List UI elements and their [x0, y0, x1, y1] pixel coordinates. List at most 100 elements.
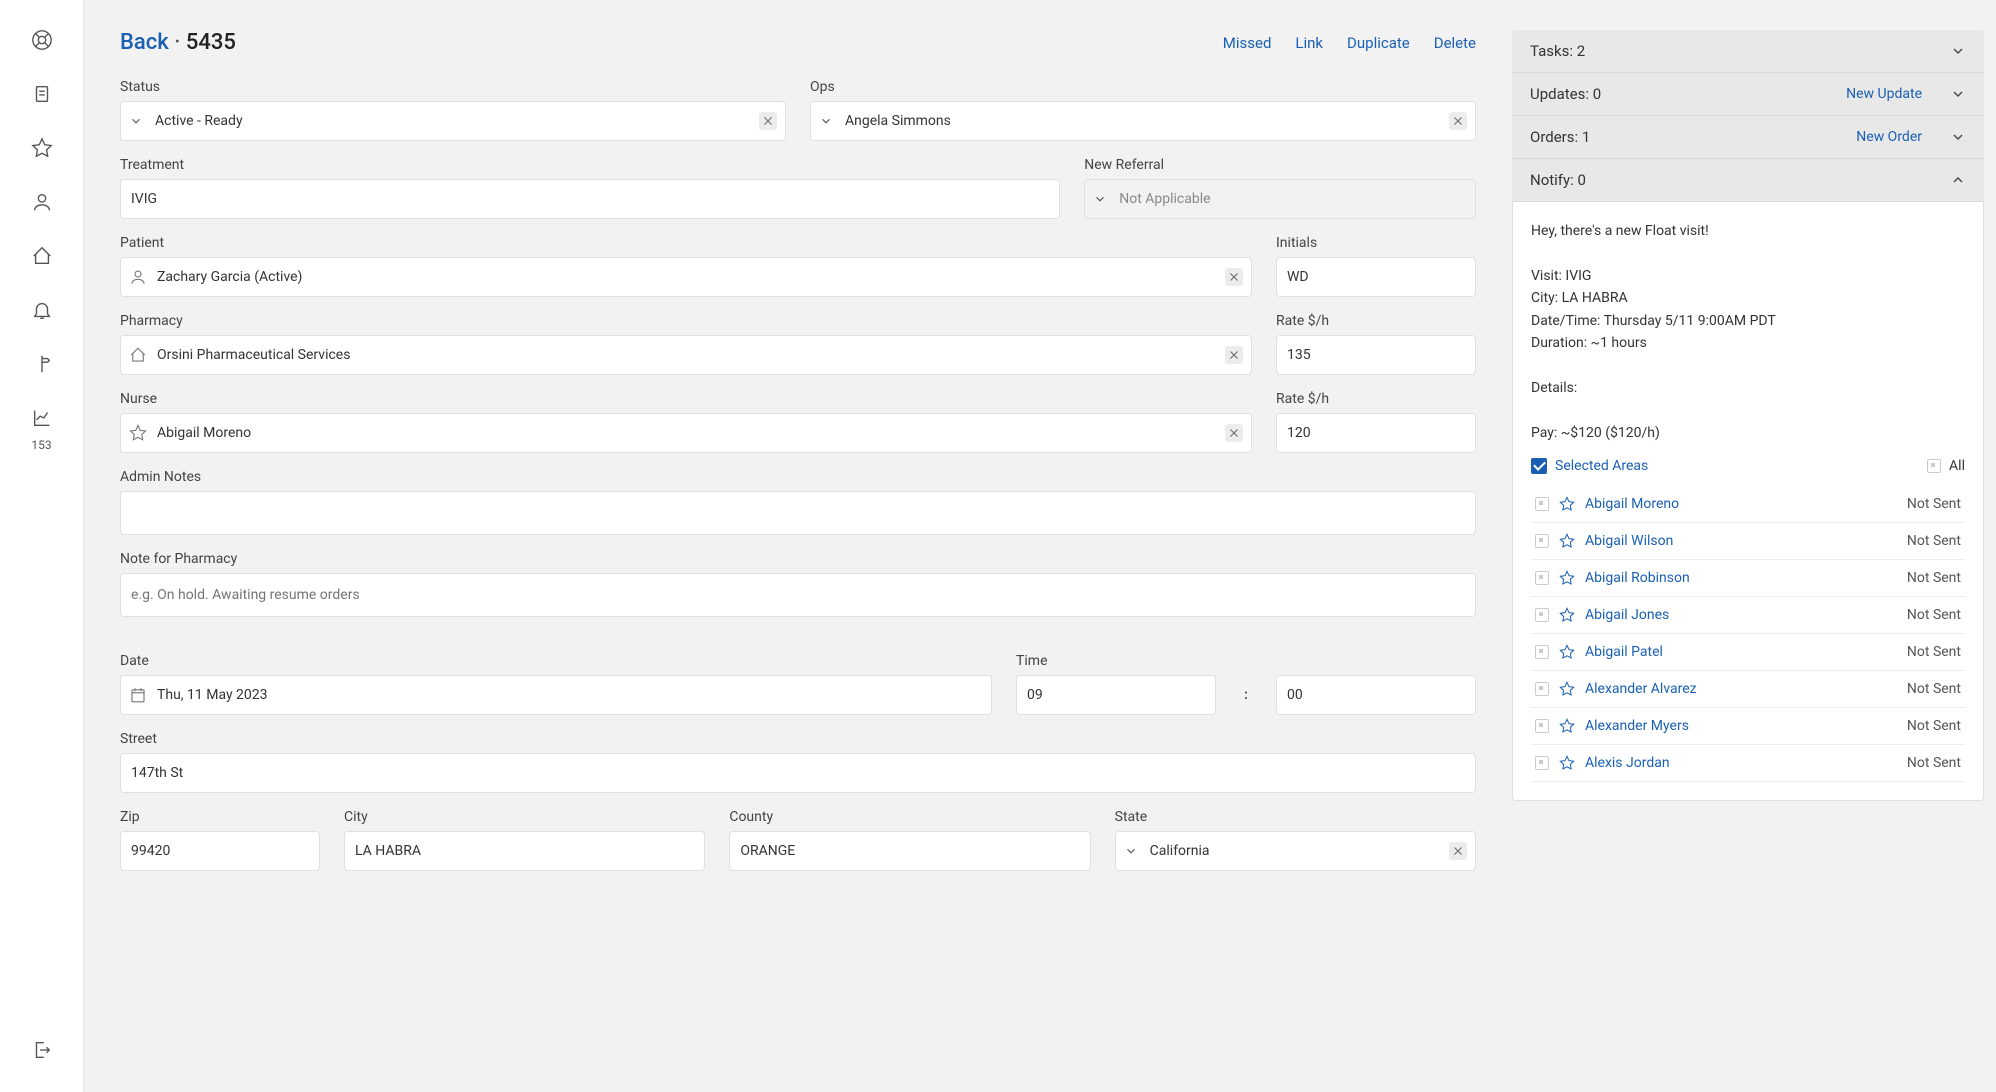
- initials-label: Initials: [1276, 235, 1476, 251]
- checkbox-icon[interactable]: [1535, 571, 1549, 585]
- nurse-status: Not Sent: [1907, 607, 1961, 623]
- clipboard-icon[interactable]: [30, 82, 54, 106]
- nurse-list-item[interactable]: Abigail Jones Not Sent: [1531, 597, 1965, 634]
- treatment-label: Treatment: [120, 157, 1060, 173]
- nurse-list-item[interactable]: Abigail Wilson Not Sent: [1531, 523, 1965, 560]
- filter-all[interactable]: All: [1927, 458, 1965, 474]
- new-update-link[interactable]: New Update: [1846, 86, 1922, 102]
- star-icon: [1559, 607, 1575, 623]
- nurse-status: Not Sent: [1907, 644, 1961, 660]
- orders-section[interactable]: Orders: 1 New Order: [1512, 116, 1984, 159]
- star-icon: [1559, 496, 1575, 512]
- sidebar: 153: [0, 0, 84, 1092]
- state-select[interactable]: California: [1115, 831, 1476, 871]
- time-label: Time: [1016, 653, 1216, 669]
- note-pharmacy-input[interactable]: [120, 573, 1476, 617]
- patient-label: Patient: [120, 235, 1252, 251]
- admin-notes-label: Admin Notes: [120, 469, 1476, 485]
- nurse-input[interactable]: Abigail Moreno: [120, 413, 1252, 453]
- nurse-list-item[interactable]: Alexis JordanNot Sent: [1531, 745, 1965, 782]
- checkbox-checked-icon[interactable]: [1531, 458, 1547, 474]
- nurse-rate-input[interactable]: [1276, 413, 1476, 453]
- nurse-name[interactable]: Alexis Jordan: [1585, 755, 1670, 771]
- pharmacy-rate-input[interactable]: [1276, 335, 1476, 375]
- nurse-name[interactable]: Abigail Moreno: [1585, 496, 1679, 512]
- lifebuoy-icon[interactable]: [30, 28, 54, 52]
- clear-patient-icon[interactable]: [1225, 268, 1243, 286]
- initials-input[interactable]: [1276, 257, 1476, 297]
- logout-icon[interactable]: [30, 1038, 54, 1062]
- nurse-name[interactable]: Abigail Wilson: [1585, 533, 1673, 549]
- city-input[interactable]: [344, 831, 705, 871]
- bell-icon[interactable]: [30, 298, 54, 322]
- nurse-name[interactable]: Abigail Patel: [1585, 644, 1663, 660]
- new-referral-select[interactable]: Not Applicable: [1084, 179, 1476, 219]
- duplicate-link[interactable]: Duplicate: [1347, 34, 1410, 52]
- notify-message: Hey, there's a new Float visit! Visit: I…: [1531, 220, 1965, 444]
- status-select[interactable]: Active - Ready: [120, 101, 786, 141]
- nurse-list: Abigail Moreno Not Sent Abigail Wilson Not …: [1531, 486, 1965, 782]
- nurse-list-item[interactable]: Alexander Myers Not Sent: [1531, 708, 1965, 745]
- clear-nurse-icon[interactable]: [1225, 424, 1243, 442]
- nurse-name[interactable]: Alexander Alvarez: [1585, 681, 1697, 697]
- treatment-input[interactable]: [120, 179, 1060, 219]
- star-icon[interactable]: [30, 136, 54, 160]
- checkbox-icon[interactable]: [1535, 756, 1549, 770]
- nurse-name[interactable]: Abigail Robinson: [1585, 570, 1690, 586]
- nurse-list-item[interactable]: Alexander AlvarezNot Sent: [1531, 671, 1965, 708]
- new-order-link[interactable]: New Order: [1856, 129, 1922, 145]
- ops-select[interactable]: Angela Simmons: [810, 101, 1476, 141]
- checkbox-icon[interactable]: [1535, 682, 1549, 696]
- link-link[interactable]: Link: [1295, 34, 1323, 52]
- date-input[interactable]: Thu, 11 May 2023: [120, 675, 992, 715]
- right-panel: Tasks: 2 Updates: 0 New Update Orders: 1…: [1512, 0, 1996, 1092]
- date-label: Date: [120, 653, 992, 669]
- home-icon[interactable]: [30, 244, 54, 268]
- checkbox-icon[interactable]: [1535, 534, 1549, 548]
- nurse-list-item[interactable]: Abigail Robinson Not Sent: [1531, 560, 1965, 597]
- notify-section[interactable]: Notify: 0: [1512, 159, 1984, 202]
- pharmacy-input[interactable]: Orsini Pharmaceutical Services: [120, 335, 1252, 375]
- county-label: County: [729, 809, 1090, 825]
- nurse-status: Not Sent: [1907, 570, 1961, 586]
- zip-input[interactable]: [120, 831, 320, 871]
- checkbox-icon[interactable]: [1535, 719, 1549, 733]
- notify-body: Hey, there's a new Float visit! Visit: I…: [1512, 202, 1984, 801]
- delete-link[interactable]: Delete: [1434, 34, 1476, 52]
- clear-pharmacy-icon[interactable]: [1225, 346, 1243, 364]
- time-hour-input[interactable]: [1016, 675, 1216, 715]
- nurse-status: Not Sent: [1907, 496, 1961, 512]
- checkbox-icon[interactable]: [1535, 645, 1549, 659]
- nurse-name[interactable]: Abigail Jones: [1585, 607, 1669, 623]
- street-input[interactable]: [120, 753, 1476, 793]
- user-icon[interactable]: [30, 190, 54, 214]
- tasks-section[interactable]: Tasks: 2: [1512, 30, 1984, 73]
- missed-link[interactable]: Missed: [1223, 34, 1272, 52]
- admin-notes-input[interactable]: [120, 491, 1476, 535]
- star-icon: [129, 424, 147, 442]
- checkbox-icon[interactable]: [1535, 497, 1549, 511]
- chevron-up-icon: [1950, 172, 1966, 188]
- checkbox-icon[interactable]: [1927, 459, 1941, 473]
- nurse-status: Not Sent: [1907, 533, 1961, 549]
- checkbox-icon[interactable]: [1535, 608, 1549, 622]
- filter-selected-areas[interactable]: Selected Areas: [1531, 458, 1648, 474]
- nurse-list-item[interactable]: Abigail Patel Not Sent: [1531, 634, 1965, 671]
- chart-icon[interactable]: [30, 406, 54, 430]
- nurse-rate-label: Rate $/h: [1276, 391, 1476, 407]
- nurse-list-item[interactable]: Abigail Moreno Not Sent: [1531, 486, 1965, 523]
- clear-state-icon[interactable]: [1449, 842, 1467, 860]
- county-input[interactable]: [729, 831, 1090, 871]
- header-actions: Missed Link Duplicate Delete: [1223, 34, 1476, 52]
- time-minute-input[interactable]: [1276, 675, 1476, 715]
- record-id: 5435: [186, 30, 236, 55]
- back-link[interactable]: Back: [120, 30, 169, 55]
- clear-ops-icon[interactable]: [1449, 112, 1467, 130]
- updates-section[interactable]: Updates: 0 New Update: [1512, 73, 1984, 116]
- patient-input[interactable]: Zachary Garcia (Active): [120, 257, 1252, 297]
- nurse-name[interactable]: Alexander Myers: [1585, 718, 1689, 734]
- nurse-status: Not Sent: [1907, 718, 1961, 734]
- home-icon: [129, 346, 147, 364]
- clear-status-icon[interactable]: [759, 112, 777, 130]
- signpost-icon[interactable]: [30, 352, 54, 376]
